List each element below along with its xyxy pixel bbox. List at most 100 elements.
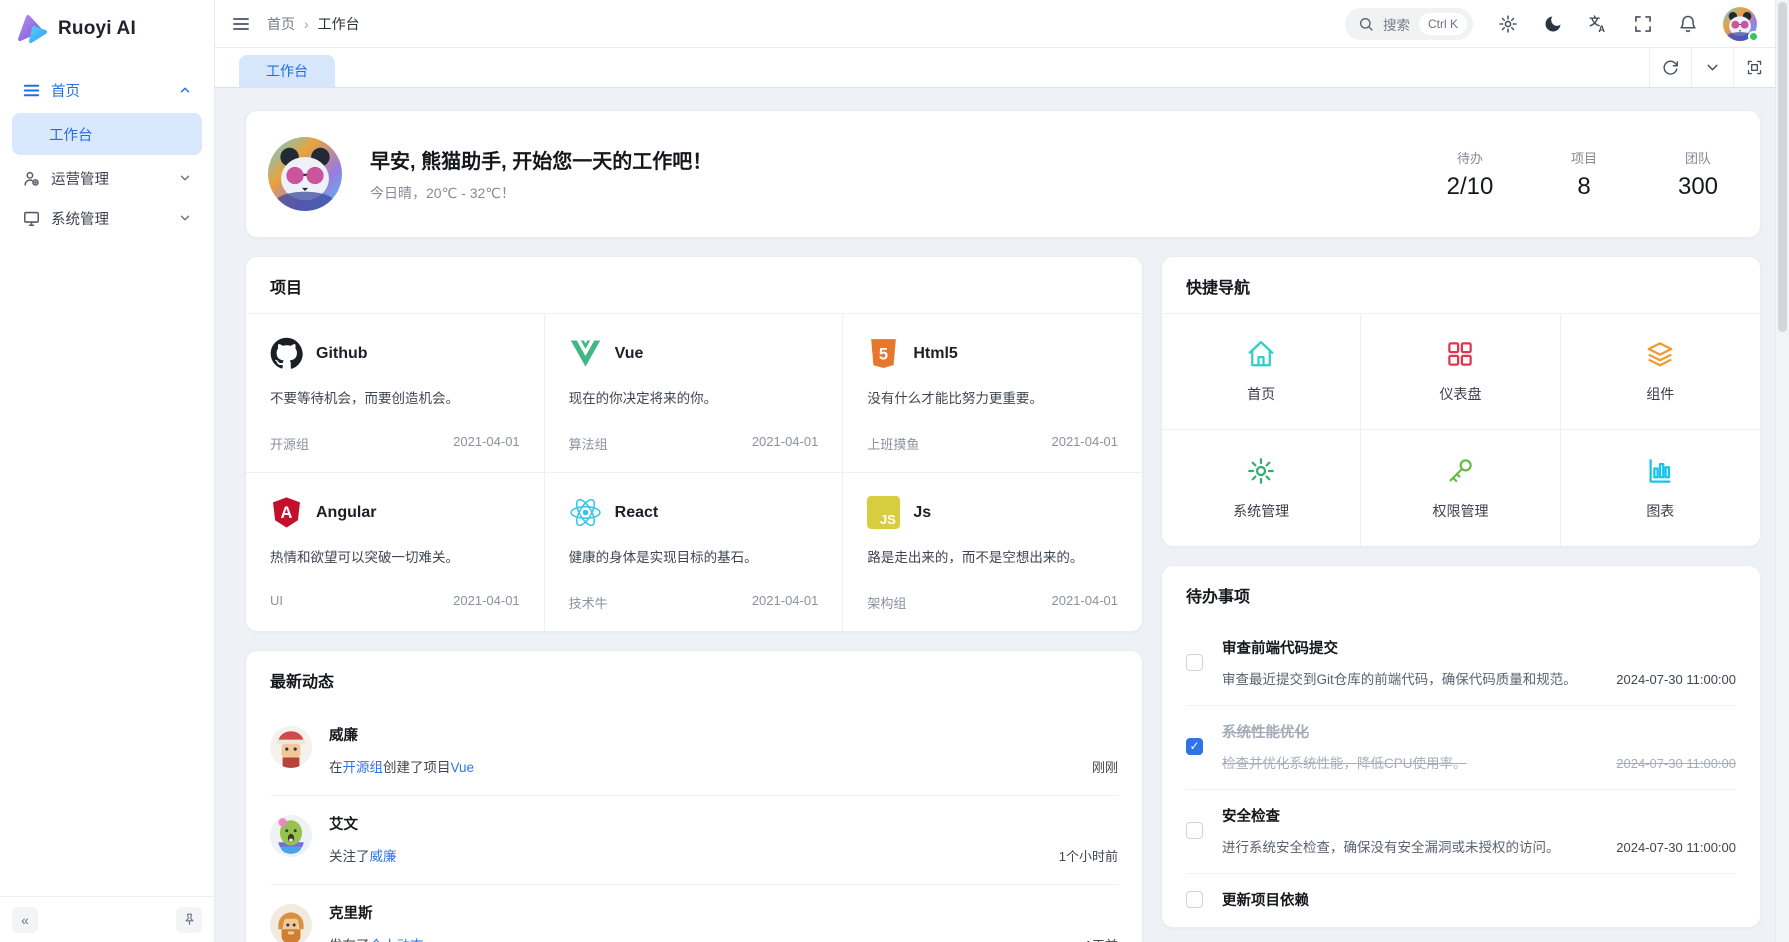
william-avatar [270,726,312,768]
chris-avatar [270,904,312,942]
sidebar-toggle-button[interactable] [231,14,251,34]
todo-checkbox[interactable] [1186,654,1203,671]
app: Ruoyi AI 首页 工作台 运营管 [0,0,1789,942]
todo-checkbox[interactable] [1186,891,1203,908]
online-status-dot [1748,31,1759,42]
activity-text: 关注了 [329,845,370,865]
chevron-down-icon [1704,59,1721,76]
welcome-avatar [268,137,342,211]
activity-item: 克里斯 发布了 个人动态 1天前 [270,885,1118,942]
sidebar-item-label: 系统管理 [51,208,109,229]
quicknav-item-system[interactable]: 系统管理 [1162,430,1361,546]
stat-value: 8 [1556,173,1612,201]
activity-link-group[interactable]: 开源组 [343,756,384,776]
stat-projects: 项目 8 [1556,148,1612,201]
left-column: 项目 Github 不要等待机会，而要创造机会。 [245,256,1143,942]
topbar: 首页 › 工作台 搜索 Ctrl K [215,0,1775,48]
todo-item: 安全检查 进行系统安全检查，确保没有安全漏洞或未授权的访问。 2024-07-3… [1186,790,1736,874]
bell-icon [1678,14,1698,34]
scrollbar-thumb[interactable] [1778,2,1787,332]
topbar-actions: 搜索 Ctrl K 文 A [1345,7,1757,41]
sidebar-pin-button[interactable] [176,907,202,933]
brand[interactable]: Ruoyi AI [0,0,214,55]
todo-checkbox-checked[interactable] [1186,738,1203,755]
quicknav-card: 快捷导航 首页 [1161,256,1761,547]
stat-label: 团队 [1670,148,1726,167]
project-card-html5[interactable]: 5 Html5 没有什么才能比努力更重要。 上班摸鱼 2021-04-01 [843,314,1142,473]
notifications-button[interactable] [1678,14,1698,34]
activity-user-name: 威廉 [329,724,1118,745]
project-date: 2021-04-01 [752,434,819,453]
sidebar: Ruoyi AI 首页 工作台 运营管 [0,0,215,942]
project-name: React [615,504,659,522]
activity-time: 刚刚 [1092,757,1118,776]
user-avatar[interactable] [1723,7,1757,41]
stat-todo: 待办 2/10 [1442,148,1498,201]
tab-controls [1649,48,1775,87]
evan-avatar [270,815,312,857]
sidebar-item-label: 运营管理 [51,168,109,189]
project-card-angular[interactable]: A Angular 热情和欲望可以突破一切难关。 UI 2021-04-01 [246,473,545,631]
gear-icon [1246,456,1276,486]
content-maximize-button[interactable] [1733,48,1775,87]
dark-mode-button[interactable] [1543,14,1563,34]
language-button[interactable]: 文 A [1588,14,1608,34]
todo-time: 2024-07-30 11:00:00 [1602,756,1736,771]
project-date: 2021-04-01 [1051,434,1118,453]
quicknav-label: 首页 [1247,384,1275,404]
project-name: Github [316,345,368,363]
page-scrollbar[interactable] [1775,0,1789,942]
gear-icon [1498,14,1518,34]
project-desc: 现在的你决定将来的你。 [569,387,819,407]
tab-workbench[interactable]: 工作台 [239,55,335,87]
sidebar-item-system[interactable]: 系统管理 [12,199,202,237]
stat-label: 项目 [1556,148,1612,167]
search-input[interactable]: 搜索 Ctrl K [1345,8,1473,40]
sidebar-item-workbench[interactable]: 工作台 [12,113,202,155]
project-desc: 没有什么才能比努力更重要。 [867,387,1118,407]
activity-text: 在 [329,756,343,776]
todo-desc: 审查最近提交到Git仓库的前端代码，确保代码质量和规范。 [1222,668,1577,688]
refresh-button[interactable] [1649,48,1691,87]
fullscreen-button[interactable] [1633,14,1653,34]
react-icon [569,496,602,529]
html5-icon: 5 [867,337,900,370]
project-group: 技术牛 [569,593,608,612]
todo-title: 安全检查 [1222,805,1736,826]
project-name: Js [913,504,931,522]
quicknav-item-charts[interactable]: 图表 [1561,430,1760,546]
activity-user-name: 克里斯 [329,902,1118,923]
breadcrumb-home[interactable]: 首页 [267,14,295,34]
tab-menu-button[interactable] [1691,48,1733,87]
quicknav-item-components[interactable]: 组件 [1561,314,1760,430]
quicknav-item-home[interactable]: 首页 [1162,314,1361,430]
quicknav-label: 权限管理 [1432,501,1488,521]
project-card-vue[interactable]: Vue 现在的你决定将来的你。 算法组 2021-04-01 [545,314,844,473]
todo-title: 系统性能优化 [1222,721,1736,742]
page-content: 早安, 熊猫助手, 开始您一天的工作吧！ 今日晴，20℃ - 32℃！ 待办 2… [215,88,1775,942]
project-card-js[interactable]: JS Js 路是走出来的，而不是空想出来的。 架构组 2021-04-01 [843,473,1142,631]
quicknav-item-dashboard[interactable]: 仪表盘 [1361,314,1560,430]
project-card-github[interactable]: Github 不要等待机会，而要创造机会。 开源组 2021-04-01 [246,314,545,473]
activity-link-feed[interactable]: 个人动态 [370,934,424,942]
sidebar-item-ops[interactable]: 运营管理 [12,159,202,197]
quicknav-label: 仪表盘 [1439,384,1481,404]
project-desc: 不要等待机会，而要创造机会。 [270,387,520,407]
project-desc: 路是走出来的，而不是空想出来的。 [867,546,1118,566]
svg-text:A: A [281,504,293,522]
project-group: UI [270,593,283,608]
settings-button[interactable] [1498,14,1518,34]
project-card-react[interactable]: React 健康的身体是实现目标的基石。 技术牛 2021-04-01 [545,473,844,631]
key-icon [1445,456,1475,486]
project-group: 上班摸鱼 [867,434,919,453]
todo-title: 更新项目依赖 [1222,889,1736,910]
bar-chart-icon [1645,456,1675,486]
sidebar-collapse-button[interactable]: « [12,907,38,933]
quicknav-item-permissions[interactable]: 权限管理 [1361,430,1560,546]
sidebar-item-home[interactable]: 首页 [12,71,202,109]
activity-link-project[interactable]: Vue [451,760,475,775]
todo-checkbox[interactable] [1186,822,1203,839]
activity-link-user[interactable]: 威廉 [370,845,397,865]
monitor-icon [22,209,41,228]
maximize-icon [1746,59,1763,76]
